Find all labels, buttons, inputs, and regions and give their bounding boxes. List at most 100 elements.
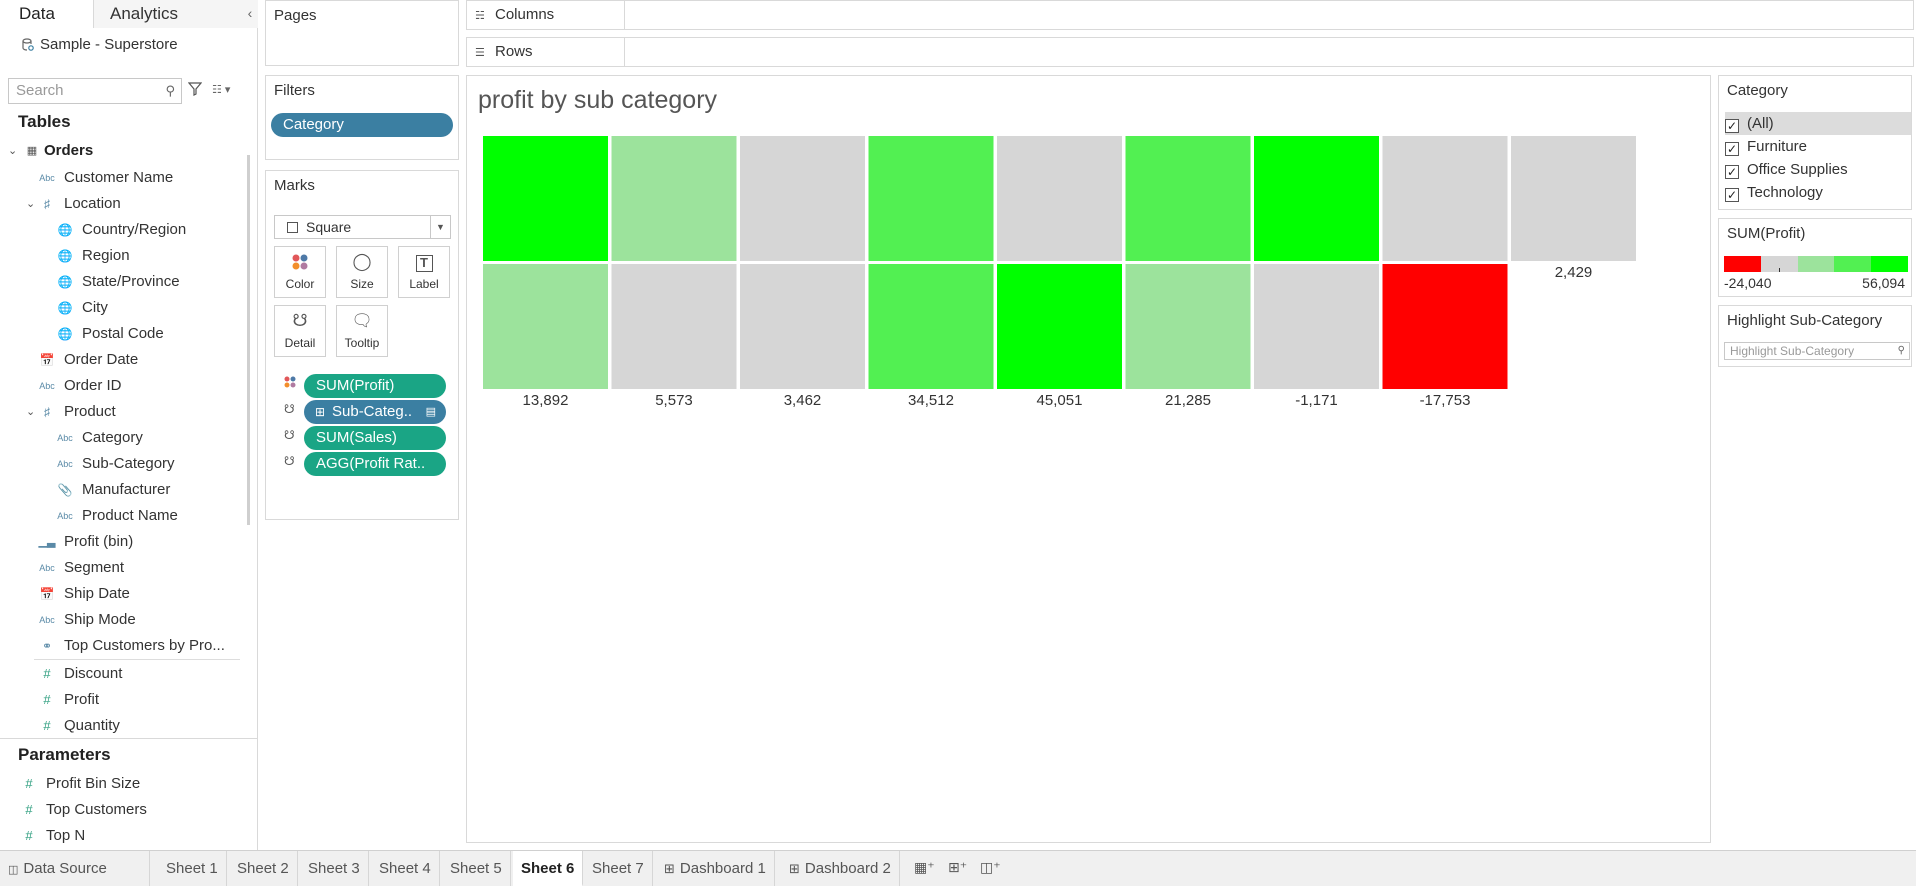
tooltip-button[interactable]: 🗨 Tooltip (336, 305, 388, 357)
heatmap-cell[interactable] (868, 136, 994, 261)
visualization-area[interactable]: profit by sub category 41,93718,3296,653… (466, 75, 1711, 843)
new-story-icon[interactable]: ◫⁺ (980, 859, 1001, 876)
checkbox-checked-icon[interactable]: ✓ (1725, 165, 1739, 179)
filter-option-office-supplies[interactable]: ✓ Office Supplies (1725, 158, 1911, 181)
checkbox-checked-icon[interactable]: ✓ (1725, 142, 1739, 156)
filter-option-furniture[interactable]: ✓ Furniture (1725, 135, 1911, 158)
filter-option-all[interactable]: ✓ (All) (1725, 112, 1911, 135)
heatmap-cell[interactable] (483, 136, 608, 261)
field-region[interactable]: 🌐 Region (56, 244, 130, 268)
field-location[interactable]: ⌄ ♯ Location (26, 192, 121, 216)
heatmap-cell[interactable] (1382, 264, 1508, 389)
heatmap-cell[interactable] (611, 264, 737, 389)
pages-shelf[interactable]: Pages (265, 0, 459, 66)
field-customer-name[interactable]: Abc Customer Name (38, 166, 173, 190)
field-manufacturer[interactable]: 📎 Manufacturer (56, 478, 171, 502)
heatmap-cell[interactable] (611, 136, 737, 261)
measures-separator (34, 659, 240, 660)
field-profit[interactable]: # Profit (38, 688, 99, 712)
heatmap-cell[interactable] (997, 136, 1122, 261)
marks-pill-profit-ratio[interactable]: AGG(Profit Rat.. (304, 452, 446, 476)
heatmap-cell[interactable] (740, 136, 865, 261)
marks-pill-sum-sales[interactable]: SUM(Sales) (304, 426, 446, 450)
checkbox-checked-icon[interactable]: ✓ (1725, 119, 1739, 133)
tooltip-label: Tooltip (344, 336, 380, 350)
new-dashboard-icon[interactable]: ⊞⁺ (948, 859, 967, 876)
field-quantity[interactable]: # Quantity (38, 714, 120, 738)
marks-pill-sum-profit[interactable]: SUM(Profit) (304, 374, 446, 398)
field-segment[interactable]: Abc Segment (38, 556, 124, 580)
label-button[interactable]: T Label (398, 246, 450, 298)
tab-analytics[interactable]: Analytics (94, 0, 244, 28)
field-product-name[interactable]: Abc Product Name (56, 504, 178, 528)
field-country-region[interactable]: 🌐 Country/Region (56, 218, 187, 242)
tab-data-source[interactable]: ◫ Data Source (0, 851, 150, 886)
size-button[interactable]: ◯ Size (336, 246, 388, 298)
rows-shelf[interactable]: ☰ Rows (466, 37, 1914, 67)
filter-pill-category[interactable]: Category (271, 113, 453, 137)
field-ship-date[interactable]: 📅 Ship Date (38, 582, 130, 606)
heatmap-chart[interactable]: 41,93718,3296,65331,426-3,63227,22456,09… (467, 76, 1712, 436)
tab-sheet-2[interactable]: Sheet 2 (229, 851, 298, 886)
checkbox-checked-icon[interactable]: ✓ (1725, 188, 1739, 202)
heatmap-cell[interactable] (997, 264, 1122, 389)
tab-sheet-7[interactable]: Sheet 7 (584, 851, 653, 886)
new-worksheet-icon[interactable]: ▦⁺ (914, 859, 935, 876)
field-ship-mode[interactable]: Abc Ship Mode (38, 608, 136, 632)
columns-shelf[interactable]: ☵ Columns (466, 0, 1914, 30)
search-input[interactable]: Search ⚲ (8, 78, 182, 104)
param-profit-bin-size[interactable]: # Profit Bin Size (20, 772, 140, 796)
field-label: Ship Mode (64, 611, 136, 628)
heatmap-cell[interactable] (740, 264, 865, 389)
heatmap-cell[interactable] (1254, 264, 1379, 389)
expand-icon: ⊞ (315, 405, 326, 419)
field-top-customers-set[interactable]: ⚭ Top Customers by Pro... (38, 634, 225, 658)
filter-option-technology[interactable]: ✓ Technology (1725, 181, 1911, 204)
field-state-province[interactable]: 🌐 State/Province (56, 270, 180, 294)
tab-sheet-5[interactable]: Sheet 5 (442, 851, 511, 886)
marks-pill-sub-category[interactable]: ⊞ Sub-Categ.. ▤ (304, 400, 446, 424)
field-postal-code[interactable]: 🌐 Postal Code (56, 322, 164, 346)
param-top-n[interactable]: # Top N (20, 824, 85, 848)
collapse-pane-icon[interactable]: ‹ (242, 0, 258, 28)
ramp-step-light-green (1797, 256, 1835, 272)
detail-button[interactable]: ☋ Detail (274, 305, 326, 357)
field-city[interactable]: 🌐 City (56, 296, 108, 320)
datasource-item[interactable]: Sample - Superstore (22, 36, 178, 53)
filter-icon[interactable] (188, 82, 202, 96)
heatmap-cell[interactable] (1511, 136, 1636, 261)
chevron-down-icon: ⌄ (26, 406, 36, 418)
heatmap-cell[interactable] (1125, 264, 1251, 389)
tab-dashboard-2[interactable]: ⊞ Dashboard 2 (781, 851, 900, 886)
mark-type-select[interactable]: Square ▼ (274, 215, 451, 239)
table-orders[interactable]: ⌄ ▦ Orders (8, 139, 93, 163)
heatmap-cell[interactable] (868, 264, 994, 389)
tab-sheet-3[interactable]: Sheet 3 (300, 851, 369, 886)
tab-sheet-6[interactable]: Sheet 6 (513, 851, 584, 886)
field-order-id[interactable]: Abc Order ID (38, 374, 121, 398)
filters-shelf[interactable]: Filters Category (265, 75, 459, 160)
measure-icon: # (25, 828, 33, 843)
heatmap-cell[interactable] (483, 264, 608, 389)
tab-sheet-1[interactable]: Sheet 1 (158, 851, 227, 886)
heatmap-cell[interactable] (1254, 136, 1379, 261)
tab-dashboard-1[interactable]: ⊞ Dashboard 1 (656, 851, 775, 886)
view-options-icon[interactable]: ☷ ▾ (212, 83, 230, 96)
field-product[interactable]: ⌄ ♯ Product (26, 400, 116, 424)
param-top-customers[interactable]: # Top Customers (20, 798, 147, 822)
field-discount[interactable]: # Discount (38, 662, 122, 686)
color-button[interactable]: Color (274, 246, 326, 298)
tab-sheet-4[interactable]: Sheet 4 (371, 851, 440, 886)
tab-data[interactable]: Data (0, 0, 94, 28)
data-pane-scrollbar[interactable] (247, 155, 250, 525)
color-ramp (1724, 256, 1908, 272)
field-order-date[interactable]: 📅 Order Date (38, 348, 139, 372)
sheet-tab-bar: ◫ Data Source Sheet 1 Sheet 2 Sheet 3 She… (0, 850, 1916, 886)
field-profit-bin[interactable]: ▁▃ Profit (bin) (38, 530, 134, 554)
heatmap-cell[interactable] (1382, 136, 1508, 261)
field-category[interactable]: Abc Category (56, 426, 143, 450)
highlight-input[interactable]: Highlight Sub-Category ⚲ (1724, 342, 1910, 360)
legend-max: 56,094 (1862, 275, 1905, 291)
field-sub-category[interactable]: Abc Sub-Category (56, 452, 174, 476)
heatmap-cell[interactable] (1125, 136, 1251, 261)
